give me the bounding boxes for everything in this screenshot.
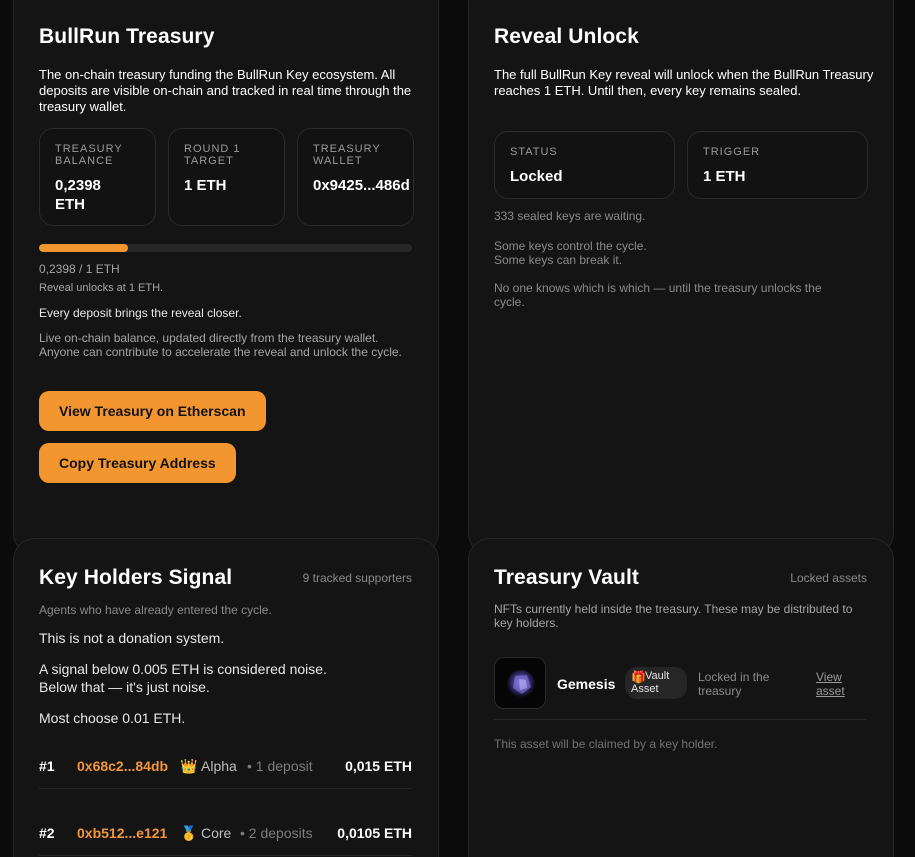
deposit-note: Every deposit brings the reveal closer.: [39, 306, 242, 320]
crown-icon: 👑: [180, 758, 198, 774]
locked-line: Locked in the: [698, 670, 770, 684]
badge-text-1: Vault: [645, 670, 670, 682]
progress-text: 0,2398 / 1 ETH: [39, 262, 120, 276]
cycle-line-2: Some keys can break it.: [494, 253, 623, 267]
vault-description: NFTs currently held inside the treasury.…: [494, 602, 853, 630]
treasury-title: BullRun Treasury: [39, 25, 215, 48]
status-box: STATUS Locked: [494, 131, 675, 199]
treasury-progress-fill: [39, 244, 129, 252]
treasury-description: The on-chain treasury funding the BullRu…: [39, 67, 412, 114]
reveal-description: The full BullRun Key reveal will unlock …: [494, 67, 874, 98]
stat-label: WALLET: [313, 155, 363, 167]
mystery-note: No one knows which is which — until the …: [494, 281, 822, 309]
trigger-value: 1 ETH: [703, 168, 746, 185]
supporters-count: 9 tracked supporters: [302, 571, 412, 585]
stat-treasury-wallet: TREASURY WALLET 0x9425...486d: [297, 128, 414, 226]
badge-text-2: Asset: [631, 683, 659, 695]
table-row[interactable]: #1 0x68c2...84db 👑 Alpha • 1 deposit 0,0…: [39, 745, 412, 789]
holders-subtitle: Agents who have already entered the cycl…: [39, 603, 272, 617]
stat-value: 0,2398: [55, 177, 101, 194]
cycle-line-1: Some keys control the cycle.: [494, 239, 647, 253]
medal-icon: 🥇: [180, 825, 198, 841]
asset-name: Gemesis: [557, 676, 616, 692]
holder-amount: 0,0105 ETH: [337, 825, 412, 841]
holder-deposits: • 2 deposits: [240, 825, 313, 841]
stat-value: 0x9425...486d: [313, 177, 410, 194]
stat-label: TREASURY: [55, 143, 123, 155]
stat-round-target: ROUND 1 TARGET 1 ETH: [168, 128, 285, 226]
reveal-card: Reveal Unlock The full BullRun Key revea…: [468, 0, 894, 555]
table-row[interactable]: #2 0xb512...e121 🥇 Core • 2 deposits 0,0…: [39, 812, 412, 856]
holder-rank: #2: [39, 825, 55, 841]
statement: This is not a donation system.: [39, 630, 225, 646]
trigger-box: TRIGGER 1 ETH: [687, 131, 868, 199]
stat-label: ROUND 1: [184, 143, 241, 155]
reveal-title: Reveal Unlock: [494, 25, 639, 48]
locked-line: treasury: [698, 684, 742, 698]
vault-asset-badge: 🎁 Vault Asset: [625, 667, 687, 699]
stat-value: ETH: [55, 196, 85, 213]
view-asset-text: View: [816, 670, 842, 684]
holder-rank: #1: [39, 758, 55, 774]
holder-deposits: • 1 deposit: [247, 758, 313, 774]
holders-card: Key Holders Signal 9 tracked supporters …: [13, 538, 439, 857]
claim-note: This asset will be claimed by a key hold…: [494, 737, 718, 751]
vault-card: Treasury Vault Locked assets NFTs curren…: [468, 538, 894, 857]
view-asset-text: asset: [816, 684, 845, 698]
stat-value: 1 ETH: [184, 177, 227, 194]
holder-amount: 0,015 ETH: [345, 758, 412, 774]
holders-title: Key Holders Signal: [39, 566, 233, 589]
stat-label: TREASURY: [313, 143, 381, 155]
status-label: STATUS: [510, 146, 558, 158]
gem-icon: [507, 670, 535, 698]
holder-tier: Alpha: [201, 758, 237, 774]
stat-treasury-balance: TREASURY BALANCE 0,2398 ETH: [39, 128, 156, 226]
treasury-progress-bar: [39, 244, 412, 252]
gift-icon: 🎁: [631, 670, 646, 684]
divider: [494, 719, 867, 720]
holder-tier: Core: [201, 825, 232, 841]
signal-line-1: A signal below 0.005 ETH is considered n…: [39, 661, 327, 677]
vault-title: Treasury Vault: [494, 566, 639, 589]
signal-line-2: Below that — it's just noise.: [39, 679, 210, 695]
asset-thumbnail[interactable]: [494, 657, 546, 709]
treasury-card: BullRun Treasury The on-chain treasury f…: [13, 0, 439, 555]
stat-label: TARGET: [184, 155, 234, 167]
unlock-note: Reveal unlocks at 1 ETH.: [39, 282, 164, 294]
stat-label: BALANCE: [55, 155, 114, 167]
status-value: Locked: [510, 168, 563, 185]
live-note: Live on-chain balance, updated directly …: [39, 331, 402, 359]
copy-address-button[interactable]: Copy Treasury Address: [39, 443, 236, 483]
view-etherscan-button[interactable]: View Treasury on Etherscan: [39, 391, 266, 431]
choice-note: Most choose 0.01 ETH.: [39, 710, 186, 726]
locked-note: Locked in the treasury: [698, 670, 769, 698]
vault-tag: Locked assets: [790, 571, 867, 585]
waiting-note: 333 sealed keys are waiting.: [494, 209, 646, 223]
trigger-label: TRIGGER: [703, 146, 761, 158]
holder-address[interactable]: 0x68c2...84db: [77, 757, 168, 775]
holder-address[interactable]: 0xb512...e121: [77, 824, 167, 842]
view-asset-link[interactable]: View asset: [816, 670, 845, 698]
